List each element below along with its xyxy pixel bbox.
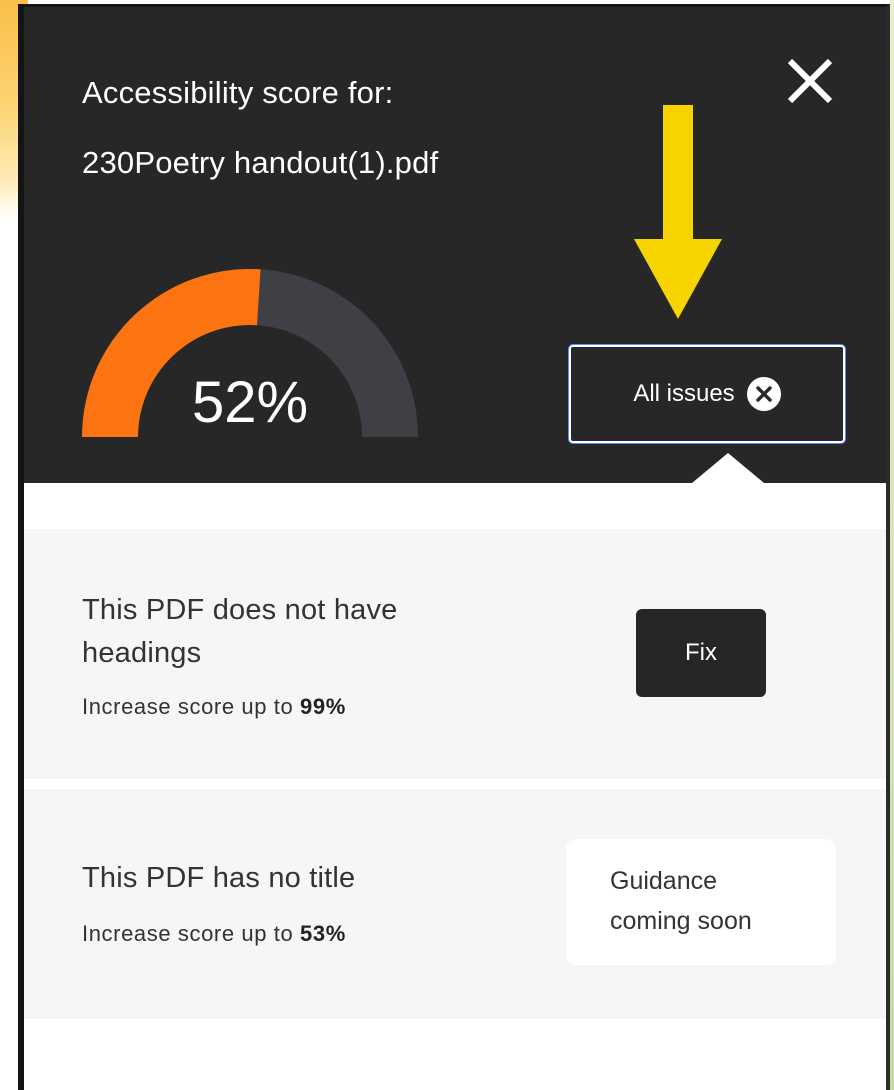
- popover-pointer: [692, 453, 764, 483]
- accessibility-panel: Accessibility score for: 230Poetry hando…: [18, 4, 890, 1090]
- arrow-down-icon: [634, 105, 722, 319]
- issue-score-increase: Increase score up to 99%: [82, 694, 346, 719]
- all-issues-filter-button[interactable]: All issues: [568, 344, 846, 444]
- close-icon: [787, 58, 833, 104]
- guidance-notice: Guidance coming soon: [566, 839, 836, 965]
- close-circle-icon[interactable]: [746, 377, 781, 411]
- fix-button[interactable]: Fix: [636, 609, 766, 697]
- file-name: 230Poetry handout(1).pdf: [82, 145, 439, 180]
- all-issues-label: All issues: [633, 380, 735, 407]
- window-edge: [890, 0, 894, 1090]
- issue-score-increase: Increase score up to 53%: [82, 921, 346, 946]
- panel-header: Accessibility score for: 230Poetry hando…: [24, 7, 886, 483]
- issue-score-value: 99%: [300, 694, 346, 719]
- score-value: 52%: [191, 370, 309, 435]
- panel-title: Accessibility score for:: [82, 75, 394, 110]
- issue-card-title: This PDF has no title Increase score up …: [24, 789, 886, 1019]
- issue-score-value: 53%: [300, 921, 346, 946]
- guidance-line-2: coming soon: [610, 907, 752, 935]
- guidance-line-1: Guidance: [610, 867, 718, 895]
- issue-card-headings: This PDF does not have headings Increase…: [24, 529, 886, 779]
- issue-title: This PDF does not have headings: [82, 594, 398, 669]
- close-button[interactable]: [782, 53, 838, 109]
- issue-title: This PDF has no title: [82, 862, 356, 894]
